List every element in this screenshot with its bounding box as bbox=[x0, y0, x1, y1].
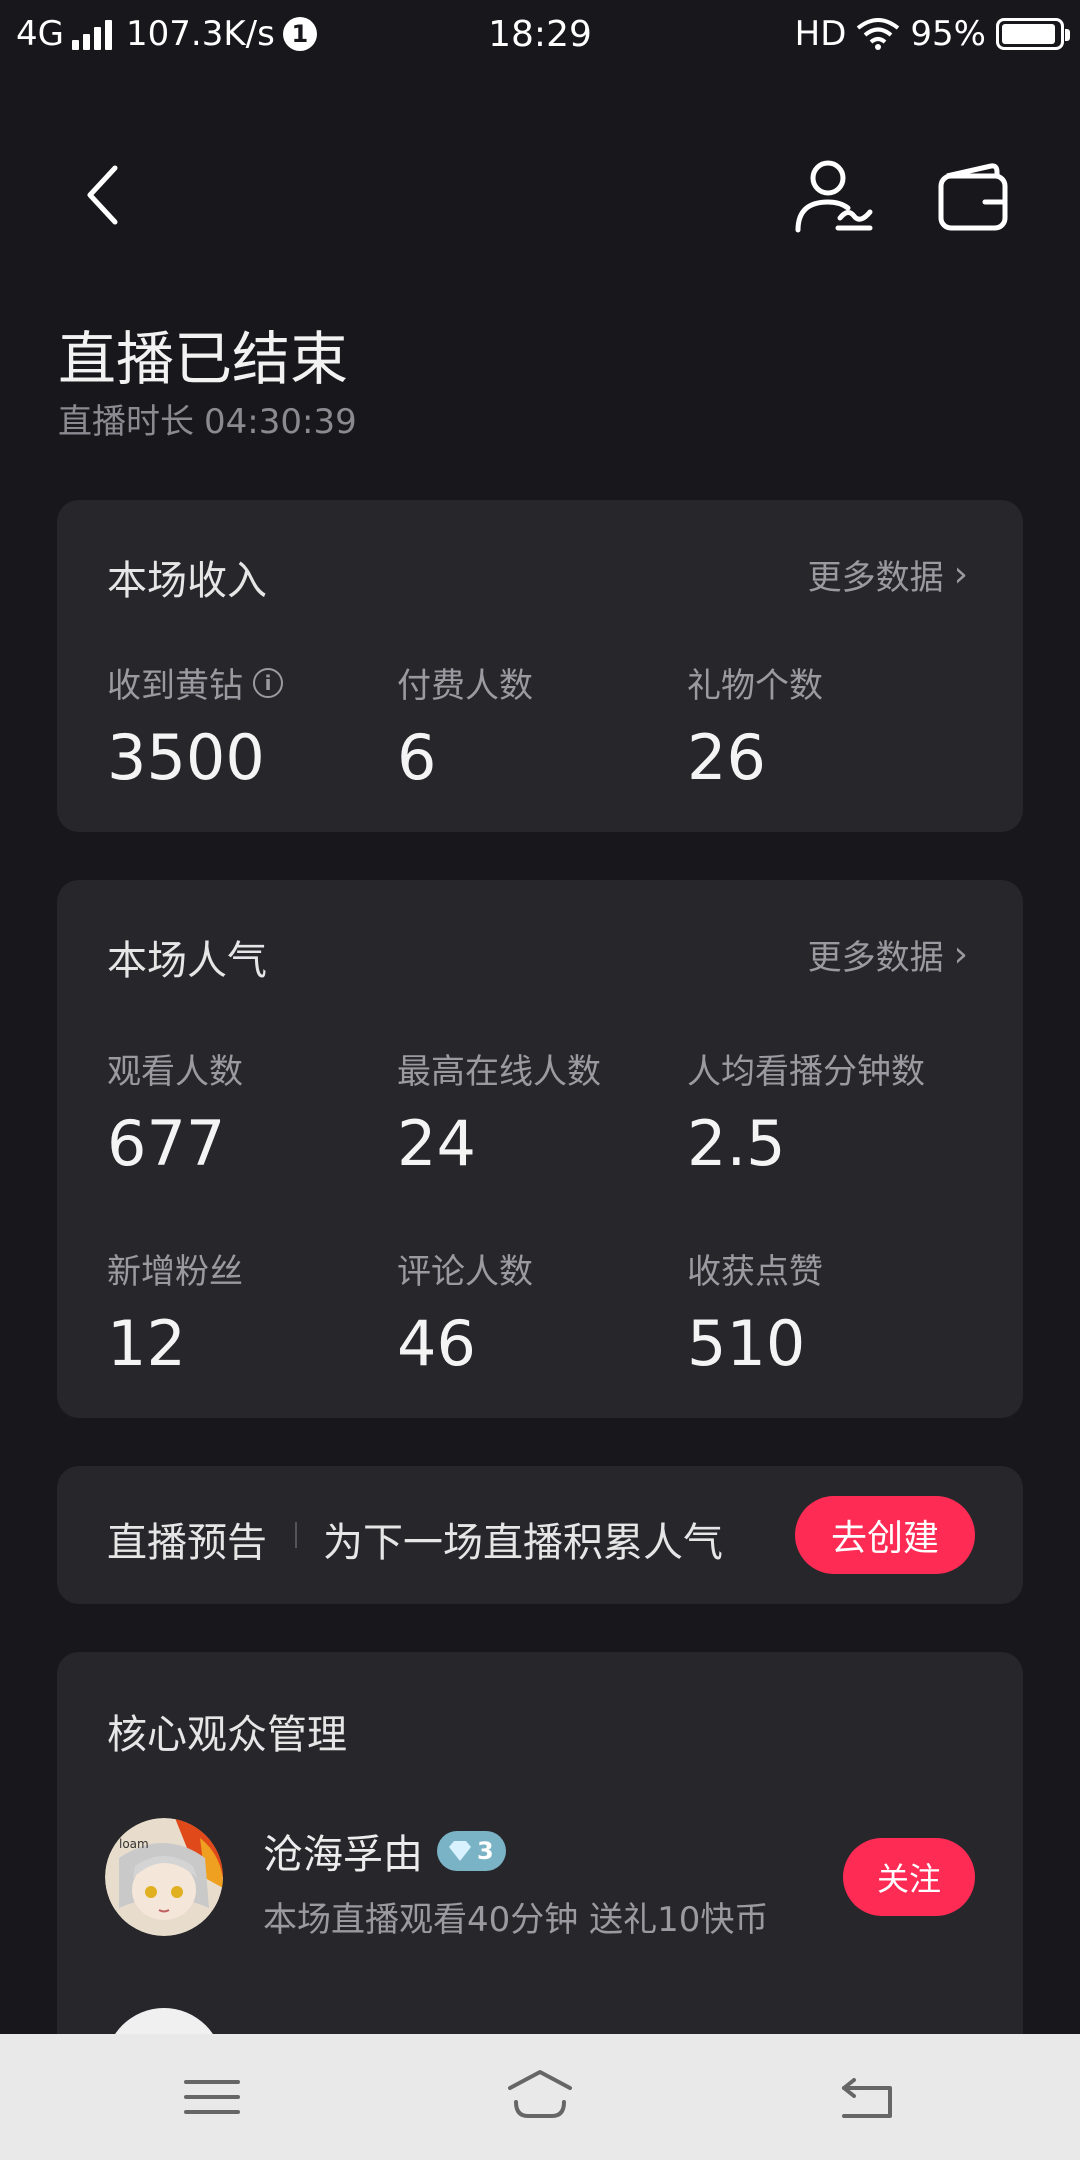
stat-label: 观看人数 bbox=[107, 1052, 243, 1092]
stat-label: 收获点赞 bbox=[687, 1252, 823, 1292]
wifi-icon bbox=[857, 18, 900, 50]
stat-new-followers: 新增粉丝 12 bbox=[107, 1244, 243, 1380]
status-right: HD 95% bbox=[794, 14, 1070, 54]
income-card: 本场收入 更多数据 › 收到黄钻 i 3500 付费人数 6 礼物个数 26 bbox=[57, 500, 1023, 832]
battery-icon bbox=[996, 18, 1070, 50]
level-badge: 3 bbox=[437, 1831, 506, 1871]
stat-value: 3500 bbox=[107, 721, 265, 794]
user-manage-icon[interactable] bbox=[790, 150, 880, 240]
popularity-card: 本场人气 更多数据 › 观看人数 677 最高在线人数 24 人均看播分钟数 2… bbox=[57, 880, 1023, 1418]
income-card-title: 本场收入 bbox=[107, 558, 267, 604]
hd-indicator: HD bbox=[794, 14, 847, 54]
stat-yellow-diamonds: 收到黄钻 i 3500 bbox=[107, 658, 283, 794]
core-audience-title: 核心观众管理 bbox=[107, 1712, 347, 1758]
stat-commenters: 评论人数 46 bbox=[397, 1244, 533, 1380]
stat-label: 新增粉丝 bbox=[107, 1252, 243, 1292]
preview-label: 直播预告 bbox=[107, 1520, 267, 1566]
stat-value: 12 bbox=[107, 1307, 186, 1380]
stat-value: 2.5 bbox=[687, 1107, 786, 1180]
avatar-image: loam bbox=[105, 1818, 223, 1936]
info-icon[interactable]: i bbox=[253, 667, 283, 698]
preview-description: 为下一场直播积累人气 bbox=[323, 1520, 723, 1566]
duration-label: 直播时长 bbox=[58, 402, 194, 442]
back-icon[interactable] bbox=[70, 160, 140, 230]
create-preview-button[interactable]: 去创建 bbox=[795, 1496, 975, 1574]
popularity-card-title: 本场人气 bbox=[107, 938, 267, 984]
stat-label: 收到黄钻 bbox=[107, 666, 243, 706]
popularity-more-data-link[interactable]: 更多数据 › bbox=[808, 930, 968, 979]
stat-value: 24 bbox=[397, 1107, 476, 1180]
stat-peak-online: 最高在线人数 24 bbox=[397, 1044, 601, 1180]
stat-value: 510 bbox=[687, 1307, 806, 1380]
avatar[interactable]: loam bbox=[105, 1818, 223, 1936]
stat-label: 付费人数 bbox=[397, 666, 533, 706]
stat-viewers: 观看人数 677 bbox=[107, 1044, 243, 1180]
stat-value: 6 bbox=[397, 721, 437, 794]
stat-label: 评论人数 bbox=[397, 1252, 533, 1292]
income-more-data-link[interactable]: 更多数据 › bbox=[808, 550, 968, 599]
stat-label: 礼物个数 bbox=[687, 666, 823, 706]
more-data-label: 更多数据 bbox=[807, 558, 944, 598]
stat-value: 677 bbox=[107, 1107, 226, 1180]
viewer-name[interactable]: 沧海孚由 bbox=[263, 1822, 423, 1880]
stat-value: 26 bbox=[687, 721, 766, 794]
diamond-icon bbox=[449, 1841, 471, 1861]
divider bbox=[295, 1522, 297, 1548]
duration-value: 04:30:39 bbox=[204, 402, 357, 442]
viewer-name-row: 沧海孚由 3 bbox=[263, 1822, 506, 1880]
menu-icon[interactable] bbox=[172, 2064, 252, 2130]
status-bar: 4G 107.3K/s 1 18:29 HD 95% bbox=[0, 0, 1080, 72]
stat-value: 46 bbox=[397, 1307, 476, 1380]
live-preview-card: 直播预告 为下一场直播积累人气 去创建 bbox=[57, 1466, 1023, 1604]
level-number: 3 bbox=[477, 1837, 494, 1865]
back-nav-icon[interactable] bbox=[828, 2064, 908, 2130]
chevron-right-icon: › bbox=[953, 934, 968, 975]
core-audience-card: 核心观众管理 loam 沧海孚由 3 本场直播观看40分钟 送礼10快币 关注 bbox=[57, 1652, 1023, 2126]
live-duration: 直播时长 04:30:39 bbox=[58, 394, 357, 443]
stat-label: 人均看播分钟数 bbox=[687, 1052, 925, 1092]
home-icon[interactable] bbox=[500, 2064, 580, 2130]
more-data-label: 更多数据 bbox=[807, 938, 944, 978]
chevron-right-icon: › bbox=[953, 554, 968, 595]
svg-text:loam: loam bbox=[119, 1837, 149, 1851]
system-nav-bar bbox=[0, 2034, 1080, 2160]
wallet-icon[interactable] bbox=[935, 160, 1015, 240]
battery-percent: 95% bbox=[910, 14, 986, 54]
top-bar bbox=[0, 140, 1080, 250]
stat-likes: 收获点赞 510 bbox=[687, 1244, 823, 1380]
stat-avg-watch-minutes: 人均看播分钟数 2.5 bbox=[687, 1044, 925, 1180]
stat-gift-count: 礼物个数 26 bbox=[687, 658, 823, 794]
stat-label: 最高在线人数 bbox=[397, 1052, 601, 1092]
page-title: 直播已结束 bbox=[58, 325, 349, 393]
follow-button[interactable]: 关注 bbox=[843, 1838, 975, 1916]
viewer-description: 本场直播观看40分钟 送礼10快币 bbox=[263, 1900, 769, 1940]
stat-paying-users: 付费人数 6 bbox=[397, 658, 533, 794]
